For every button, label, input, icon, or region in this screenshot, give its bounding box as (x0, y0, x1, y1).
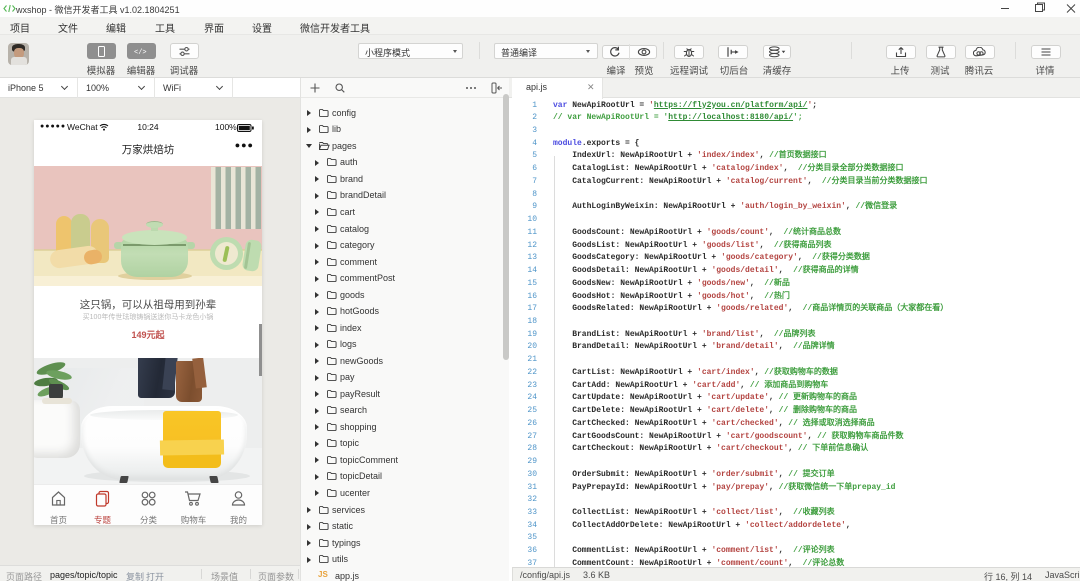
svg-text:</>: </> (134, 49, 147, 57)
